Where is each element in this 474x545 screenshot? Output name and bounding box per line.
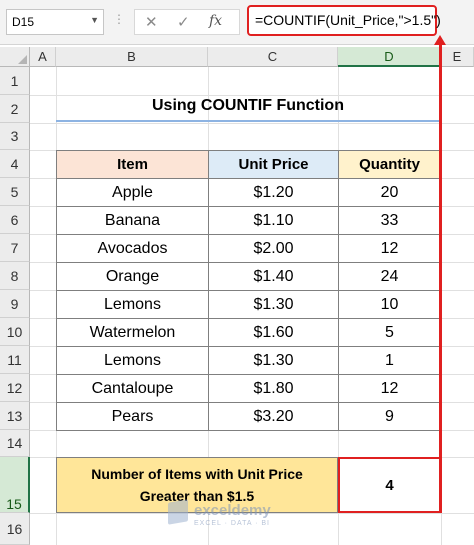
formula-actions: ✕ ✓ fx	[134, 9, 240, 35]
table-cell-quantity[interactable]: 1	[338, 346, 441, 375]
formula-input[interactable]: =COUNTIF(Unit_Price,">1.5")	[247, 5, 441, 36]
column-header-b[interactable]: B	[56, 47, 208, 67]
table-cell-quantity[interactable]: 33	[338, 206, 441, 235]
table-cell-item[interactable]: Pears	[56, 402, 209, 431]
table-cell-item[interactable]: Lemons	[56, 346, 209, 375]
row-header-14[interactable]: 14	[0, 430, 30, 457]
table-cell-quantity[interactable]: 10	[338, 290, 441, 319]
row-header-2[interactable]: 2	[0, 95, 30, 123]
more-options-icon: ⋮	[113, 12, 125, 26]
watermark-tagline: EXCEL · DATA · BI	[194, 520, 270, 527]
row-header-1[interactable]: 1	[0, 67, 30, 95]
row-header-4[interactable]: 4	[0, 150, 30, 178]
column-header-a[interactable]: A	[30, 47, 56, 67]
annotation-connector	[439, 40, 442, 513]
table-cell-quantity[interactable]: 20	[338, 178, 441, 207]
table-header-quantity: Quantity	[338, 150, 441, 179]
table-cell-quantity[interactable]: 24	[338, 262, 441, 291]
row-header-15[interactable]: 15	[0, 457, 30, 513]
table-cell-item[interactable]: Avocados	[56, 234, 209, 263]
arrow-up-icon	[434, 35, 446, 45]
summary-label-text: Number of Items with Unit Price Greater t…	[91, 463, 303, 507]
table-cell-item[interactable]: Banana	[56, 206, 209, 235]
select-all-button[interactable]	[0, 47, 30, 67]
column-header-d[interactable]: D	[338, 47, 441, 67]
watermark-name: exceldemy	[194, 502, 271, 519]
table-cell-unit-price[interactable]: $1.20	[208, 178, 339, 207]
table-cell-item[interactable]: Orange	[56, 262, 209, 291]
column-header-e[interactable]: E	[441, 47, 474, 67]
table-cell-unit-price[interactable]: $2.00	[208, 234, 339, 263]
row-header-16[interactable]: 16	[0, 513, 30, 545]
table-cell-item[interactable]: Apple	[56, 178, 209, 207]
exceldemy-logo-icon	[168, 499, 188, 525]
column-header-c[interactable]: C	[208, 47, 338, 67]
table-cell-item[interactable]: Cantaloupe	[56, 374, 209, 403]
table-cell-unit-price[interactable]: $1.80	[208, 374, 339, 403]
table-cell-quantity[interactable]: 5	[338, 318, 441, 347]
row-header-11[interactable]: 11	[0, 346, 30, 374]
gridline	[30, 123, 474, 124]
name-box-value: D15	[12, 15, 35, 29]
table-cell-quantity[interactable]: 12	[338, 234, 441, 263]
table-cell-item[interactable]: Lemons	[56, 290, 209, 319]
table-cell-unit-price[interactable]: $1.30	[208, 290, 339, 319]
name-box[interactable]: D15 ▼	[6, 9, 104, 35]
chevron-down-icon[interactable]: ▼	[90, 15, 99, 25]
row-header-7[interactable]: 7	[0, 234, 30, 262]
table-header-unit-price: Unit Price	[208, 150, 339, 179]
row-header-10[interactable]: 10	[0, 318, 30, 346]
row-header-8[interactable]: 8	[0, 262, 30, 290]
table-cell-item[interactable]: Watermelon	[56, 318, 209, 347]
title-underline	[56, 120, 440, 122]
formula-bar: D15 ▼ ⋮ ✕ ✓ fx =COUNTIF(Unit_Price,">1.5…	[0, 0, 474, 45]
summary-label-line-1: Number of Items with Unit Price	[91, 466, 303, 482]
table-cell-unit-price[interactable]: $1.30	[208, 346, 339, 375]
insert-function-icon[interactable]: fx	[209, 13, 222, 29]
page-title: Using COUNTIF Function	[152, 97, 344, 114]
result-cell[interactable]: 4	[338, 457, 441, 513]
row-header-3[interactable]: 3	[0, 123, 30, 150]
table-cell-quantity[interactable]: 9	[338, 402, 441, 431]
row-header-5[interactable]: 5	[0, 178, 30, 206]
cancel-icon[interactable]: ✕	[145, 13, 158, 31]
row-header-13[interactable]: 13	[0, 402, 30, 430]
table-cell-unit-price[interactable]: $1.60	[208, 318, 339, 347]
table-cell-quantity[interactable]: 12	[338, 374, 441, 403]
gridline	[30, 95, 474, 96]
row-header-6[interactable]: 6	[0, 206, 30, 234]
enter-icon[interactable]: ✓	[177, 13, 190, 31]
table-cell-unit-price[interactable]: $1.40	[208, 262, 339, 291]
row-header-9[interactable]: 9	[0, 290, 30, 318]
formula-text: =COUNTIF(Unit_Price,">1.5")	[255, 12, 441, 28]
table-cell-unit-price[interactable]: $1.10	[208, 206, 339, 235]
table-cell-unit-price[interactable]: $3.20	[208, 402, 339, 431]
table-header-item: Item	[56, 150, 209, 179]
row-header-12[interactable]: 12	[0, 374, 30, 402]
